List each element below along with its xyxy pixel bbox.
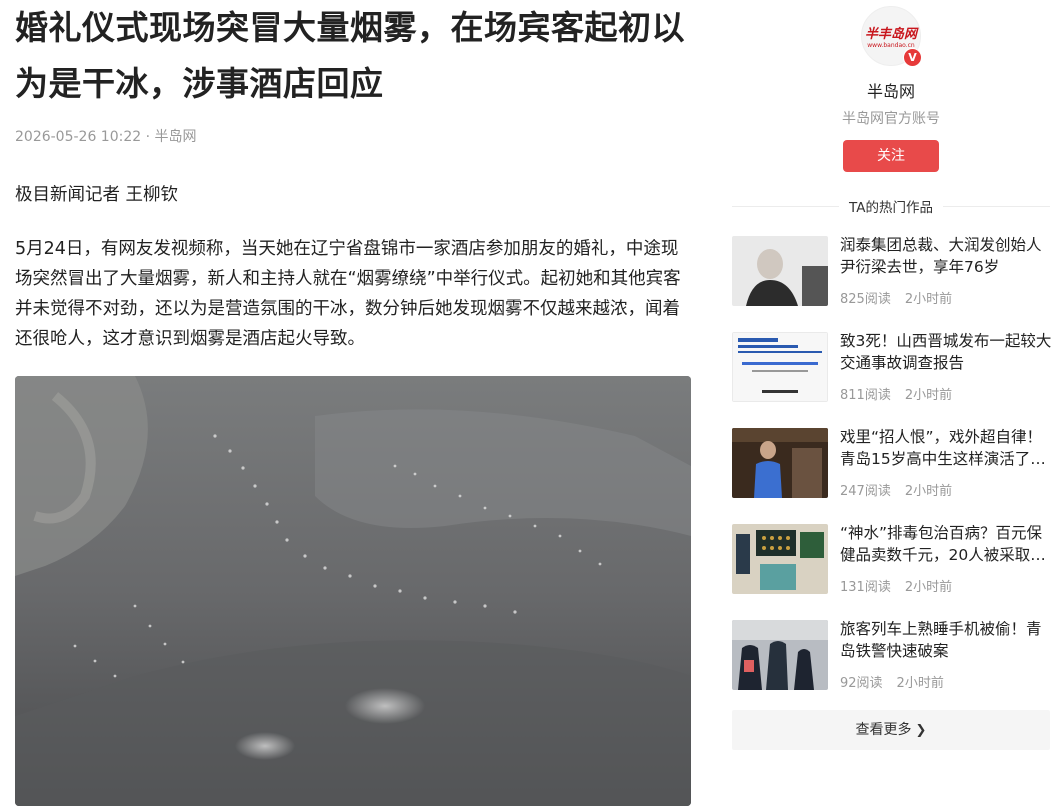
hot-item-3[interactable]: “神水”排毒包治百病？百元保健品卖数千元，20人被采取… 131阅读 2小时前 [732, 524, 1050, 620]
article-paragraph: 5月24日，有网友发视频称，当天她在辽宁省盘锦市一家酒店参加朋友的婚礼，中途现场… [15, 239, 681, 349]
hot-item-title[interactable]: 旅客列车上熟睡手机被偷！青岛铁警快速破案 [840, 618, 1052, 662]
hot-item-1[interactable]: 致3死！山西晋城发布一起较大交通事故调查报告 811阅读 2小时前 [732, 330, 1052, 428]
profile-desc: 半岛网官方账号 [842, 111, 940, 127]
profile-name[interactable]: 半岛网 [732, 78, 1050, 102]
hot-item-reads: 92阅读 [840, 676, 883, 691]
view-more-button[interactable]: 查看更多 ❯ [732, 710, 1050, 750]
hot-item-thumbnail[interactable] [732, 236, 828, 306]
hot-item-reads: 131阅读 [840, 580, 891, 595]
hot-item-2[interactable]: 戏里“招人恨”，戏外超自律！青岛15岁高中生这样演活了… 247阅读 2小时前 [732, 428, 1050, 524]
thumb-products-image [732, 524, 828, 594]
hot-item-meta: 92阅读 2小时前 [840, 672, 944, 691]
avatar-logo-text: 半丰岛网 [864, 27, 917, 42]
hot-item-time: 2小时前 [896, 676, 944, 691]
thumb-police-image [732, 620, 828, 690]
hot-item-reads: 247阅读 [840, 484, 891, 499]
hot-item-meta: 811阅读 2小时前 [840, 384, 952, 403]
view-more-label: 查看更多 [855, 722, 912, 738]
hot-works-heading: TA的热门作品 [732, 196, 1050, 216]
hot-item-time: 2小时前 [904, 292, 953, 307]
meta-separator: · [145, 129, 151, 145]
article-photo[interactable] [15, 376, 691, 806]
hot-item-meta: 825阅读 2小时前 [840, 288, 952, 307]
hot-item-thumbnail[interactable] [732, 620, 828, 690]
hot-item-4[interactable]: 旅客列车上熟睡手机被偷！青岛铁警快速破案 92阅读 2小时前 [732, 620, 1050, 716]
hot-item-thumbnail[interactable] [732, 428, 828, 498]
hot-item-reads: 811阅读 [840, 388, 891, 403]
hot-item-title[interactable]: 润泰集团总裁、大润发创始人尹衍梁去世，享年76岁 [840, 234, 1052, 278]
thumb-document-image [732, 332, 828, 402]
article-title: 婚礼仪式现场突冒大量烟雾，在场宾客起初以为是干冰，涉事酒店回应 [15, 8, 685, 103]
hot-item-time: 2小时前 [904, 484, 953, 499]
article-source[interactable]: 半岛网 [155, 129, 197, 145]
hot-item-title[interactable]: 戏里“招人恨”，戏外超自律！青岛15岁高中生这样演活了… [840, 426, 1052, 470]
chevron-right-icon: ❯ [915, 723, 927, 738]
hot-item-title[interactable]: 致3死！山西晋城发布一起较大交通事故调查报告 [840, 330, 1052, 374]
hot-item-0[interactable]: 润泰集团总裁、大润发创始人尹衍梁去世，享年76岁 825阅读 2小时前 [732, 236, 1050, 332]
follow-button[interactable]: 关注 [843, 140, 939, 172]
article-date: 2026-05-26 10:22 [15, 129, 142, 145]
hot-works-list: 润泰集团总裁、大润发创始人尹衍梁去世，享年76岁 825阅读 2小时前 致3死！山… [732, 236, 1052, 716]
hot-item-meta: 131阅读 2小时前 [840, 576, 952, 595]
thumb-stage-image [732, 428, 828, 498]
hot-item-thumbnail[interactable] [732, 332, 828, 402]
avatar[interactable]: 半丰岛网 www.bandao.cn V [861, 6, 922, 67]
hot-item-time: 2小时前 [904, 580, 953, 595]
hot-item-thumbnail[interactable] [732, 524, 828, 594]
hot-works-label: TA的热门作品 [839, 200, 943, 216]
smoke-scene-image [15, 376, 691, 806]
hot-item-reads: 825阅读 [840, 292, 891, 307]
sidebar: 半丰岛网 www.bandao.cn V 半岛网 半岛网官方账号 关注 TA的热… [732, 0, 1052, 750]
hot-item-meta: 247阅读 2小时前 [840, 480, 952, 499]
author-profile: 半丰岛网 www.bandao.cn V 半岛网 半岛网官方账号 关注 [732, 6, 1050, 172]
author-line: 极目新闻记者 王柳钦 [15, 185, 179, 205]
hot-item-time: 2小时前 [904, 388, 953, 403]
thumb-portrait-image [732, 236, 828, 306]
article-meta: 2026-05-26 10:22 · 半岛网 [15, 126, 693, 146]
verified-v-icon: V [903, 48, 922, 67]
article-main: 婚礼仪式现场突冒大量烟雾，在场宾客起初以为是干冰，涉事酒店回应 2026-05-… [15, 0, 693, 806]
hot-item-title[interactable]: “神水”排毒包治百病？百元保健品卖数千元，20人被采取… [840, 522, 1052, 566]
